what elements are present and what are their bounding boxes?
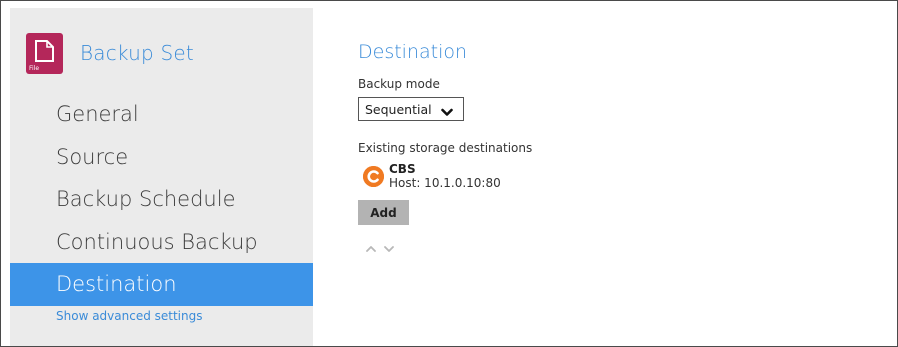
sidebar: File Backup Set General Source Backup Sc… [10,8,313,346]
backup-mode-label: Backup mode [358,77,440,91]
file-icon: File [26,32,63,74]
sidebar-item-destination[interactable]: Destination [10,263,313,306]
backup-mode-value: Sequential [365,101,432,117]
backup-mode-select[interactable]: Sequential [358,97,464,121]
app-header: File Backup Set [26,30,194,76]
add-button[interactable]: Add [358,200,409,225]
sidebar-item-label: Backup Schedule [56,187,236,212]
destination-name: CBS [389,162,416,176]
main-panel: Destination Backup mode Sequential Exist… [358,41,532,257]
destination-item[interactable]: CBS Host: 10.1.0.10:80 [363,162,532,190]
section-title: Destination [358,41,468,63]
sidebar-nav: General Source Backup Schedule Continuou… [10,93,313,306]
chevron-down-icon[interactable] [384,238,394,257]
sidebar-item-label: Source [56,144,129,169]
app-title: Backup Set [80,41,194,65]
cbs-icon [363,166,384,187]
chevron-down-icon [441,105,453,120]
show-advanced-settings-link[interactable]: Show advanced settings [56,309,203,323]
sidebar-item-backup-schedule[interactable]: Backup Schedule [10,178,313,221]
destination-host: Host: 10.1.0.10:80 [389,176,501,190]
sidebar-item-label: General [56,102,139,127]
destination-text: CBS Host: 10.1.0.10:80 [389,162,501,190]
sidebar-item-general[interactable]: General [10,93,313,136]
existing-destinations-label: Existing storage destinations [358,141,533,155]
chevron-up-icon[interactable] [366,238,376,257]
sidebar-item-label: Destination [56,272,177,297]
sidebar-item-source[interactable]: Source [10,136,313,179]
sidebar-item-label: Continuous Backup [56,229,258,254]
sidebar-item-continuous-backup[interactable]: Continuous Backup [10,221,313,264]
file-icon-tag: File [29,64,40,72]
window-frame: File Backup Set General Source Backup Sc… [0,0,898,347]
reorder-controls [366,238,532,257]
